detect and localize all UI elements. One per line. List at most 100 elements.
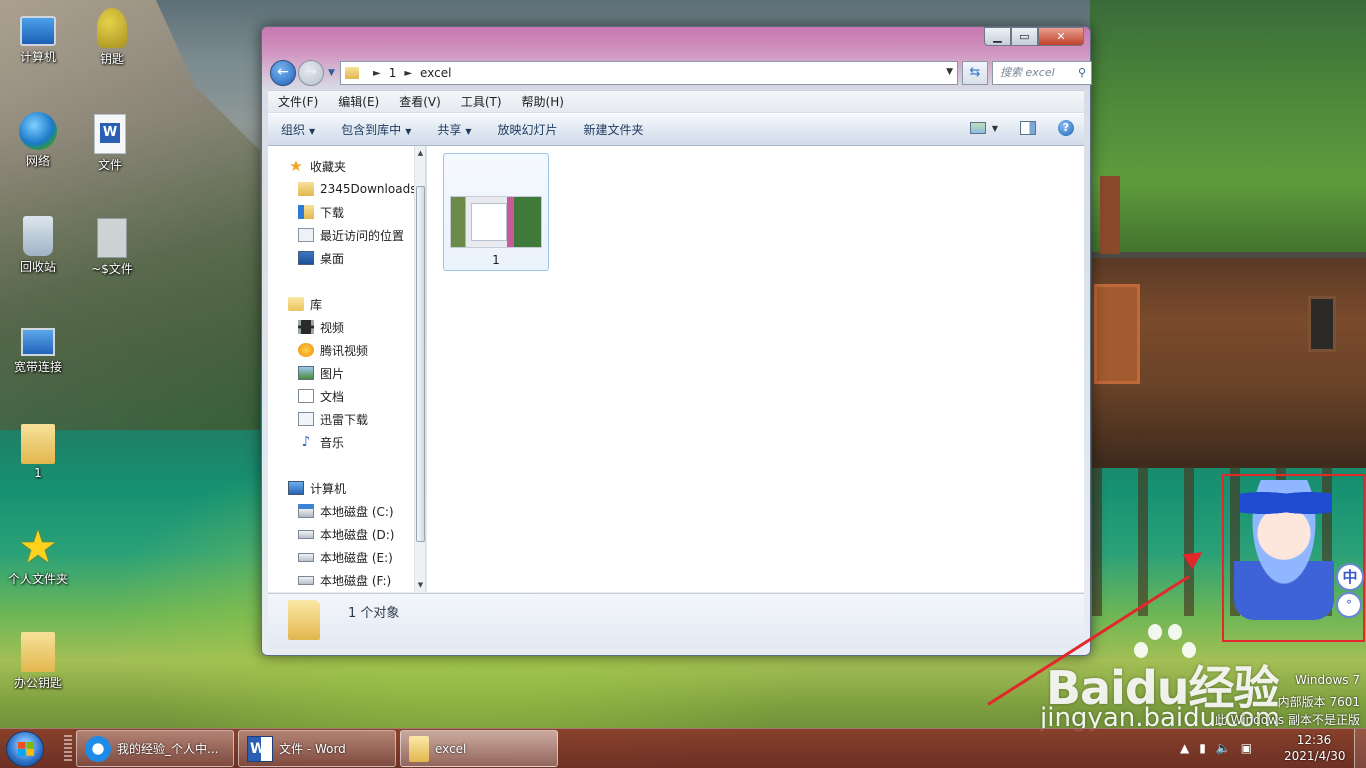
folder-icon <box>21 632 55 672</box>
minimize-button[interactable]: ▁ <box>984 27 1011 46</box>
desktop-icon-recycle-bin[interactable]: 回收站 <box>1 216 75 275</box>
nav-item-downloads[interactable]: 下载 <box>298 201 344 223</box>
recent-pages-dropdown[interactable]: ▼ <box>328 68 335 78</box>
explorer-window: ▁ ▭ ✕ ← → ▼ ► 1 ► excel ▼ ⇆ 搜索 excel ⚲ 文… <box>261 26 1092 656</box>
nav-item-2345downloads[interactable]: 2345Downloads <box>298 178 416 200</box>
maximize-button[interactable]: ▭ <box>1011 27 1038 46</box>
nav-libraries[interactable]: 库 <box>288 293 322 315</box>
show-desktop-button[interactable] <box>1354 729 1366 768</box>
file-list: 1 <box>427 146 1084 592</box>
desktop-icon-folder-1[interactable]: 1 <box>1 424 75 480</box>
nav-item-drive-f[interactable]: 本地磁盘 (F:) <box>298 569 391 591</box>
usb-device-icon[interactable]: ▮ <box>1199 741 1206 755</box>
chevron-right-icon[interactable]: ► <box>404 68 412 79</box>
taskbar-button-browser[interactable]: 我的经验_个人中... <box>76 730 234 767</box>
address-bar[interactable]: ► 1 ► excel ▼ <box>340 61 958 85</box>
music-icon: ♪ <box>301 434 311 450</box>
taskbar-button-explorer[interactable]: excel <box>400 730 558 767</box>
volume-icon[interactable]: 🔈 <box>1216 741 1231 755</box>
close-button[interactable]: ✕ <box>1038 27 1084 46</box>
chevron-down-icon: ▼ <box>405 127 412 136</box>
desktop-icon-office-key[interactable]: 办公钥匙 <box>1 632 75 691</box>
forward-button[interactable]: → <box>298 60 324 86</box>
menu-tools[interactable]: 工具(T) <box>451 93 512 110</box>
desktop-icon-broadband[interactable]: 宽带连接 <box>1 320 75 375</box>
slideshow-label: 放映幻灯片 <box>497 123 558 137</box>
refresh-button[interactable]: ⇆ <box>962 61 988 85</box>
drive-icon <box>298 552 314 562</box>
desktop-icon-network[interactable]: 网络 <box>1 112 75 169</box>
search-input[interactable]: 搜索 excel ⚲ <box>992 61 1092 85</box>
ime-settings-icon[interactable]: ° <box>1336 592 1362 618</box>
nav-label: 2345Downloads <box>320 182 417 196</box>
nav-item-desktop[interactable]: 桌面 <box>298 247 344 269</box>
desktop-icon-personal-folder[interactable]: ★ 个人文件夹 <box>1 526 75 587</box>
taskbar: 我的经验_个人中... W 文件 - Word excel ▲ ▮ 🔈 ▣ 12… <box>0 728 1366 768</box>
nav-favorites[interactable]: ★ 收藏夹 <box>288 155 346 177</box>
slideshow-button[interactable]: 放映幻灯片 <box>485 121 571 138</box>
menu-file[interactable]: 文件(F) <box>268 93 328 110</box>
breadcrumb-excel[interactable]: excel <box>420 66 451 80</box>
menu-edit[interactable]: 编辑(E) <box>328 93 389 110</box>
breadcrumb-1[interactable]: 1 <box>389 66 397 80</box>
nav-item-drive-d[interactable]: 本地磁盘 (D:) <box>298 523 394 545</box>
nav-item-drive-c[interactable]: 本地磁盘 (C:) <box>298 500 394 522</box>
scroll-up-icon[interactable]: ▲ <box>415 146 425 160</box>
organize-button[interactable]: 组织 ▼ <box>268 121 328 138</box>
nav-label: 音乐 <box>320 435 345 450</box>
chevron-down-icon: ▼ <box>465 127 472 136</box>
folder-icon <box>21 424 55 464</box>
desktop-icon-temp-file[interactable]: ~$文件 <box>75 218 149 277</box>
nav-item-tencent-video[interactable]: 腾讯视频 <box>298 339 368 361</box>
scroll-down-icon[interactable]: ▼ <box>415 578 425 592</box>
nav-label: 本地磁盘 (F:) <box>320 573 392 588</box>
desktop-icon-computer[interactable]: 计算机 <box>1 10 75 65</box>
nav-label: 最近访问的位置 <box>320 228 405 243</box>
nav-item-drive-e[interactable]: 本地磁盘 (E:) <box>298 546 393 568</box>
image-thumbnail <box>450 196 542 248</box>
nav-item-recent-places[interactable]: 最近访问的位置 <box>298 224 404 246</box>
show-hidden-icons-icon[interactable]: ▲ <box>1180 741 1189 755</box>
share-button[interactable]: 共享 ▼ <box>424 121 484 138</box>
network-status-icon[interactable]: ▣ <box>1241 741 1252 755</box>
ime-mode-button[interactable]: 中 <box>1336 563 1364 591</box>
desktop-icon-word-file[interactable]: W 文件 <box>73 114 147 173</box>
address-dropdown-icon[interactable]: ▼ <box>946 67 953 77</box>
desktop-icon-label: 文件 <box>97 158 122 172</box>
include-in-library-button[interactable]: 包含到库中 ▼ <box>328 121 424 138</box>
clock-date: 2021/4/30 <box>1284 749 1346 763</box>
scroll-thumb[interactable] <box>416 186 425 542</box>
nav-label: 迅雷下载 <box>320 412 369 427</box>
nav-item-music[interactable]: ♪ 音乐 <box>298 431 344 453</box>
chevron-right-icon[interactable]: ► <box>373 68 381 79</box>
taskbar-button-label: 我的经验_个人中... <box>117 742 219 756</box>
start-button[interactable] <box>6 731 44 767</box>
new-folder-button[interactable]: 新建文件夹 <box>571 121 657 138</box>
recent-places-icon <box>298 228 314 242</box>
nav-item-documents[interactable]: 文档 <box>298 385 344 407</box>
nav-item-xunlei-downloads[interactable]: 迅雷下载 <box>298 408 368 430</box>
desktop-icon-key[interactable]: 钥匙 <box>75 8 149 67</box>
nav-computer[interactable]: 计算机 <box>288 477 346 499</box>
file-name: 1 <box>492 253 500 267</box>
nav-scrollbar[interactable]: ▲ ▼ <box>414 146 425 592</box>
window-caption-buttons: ▁ ▭ ✕ <box>984 27 1084 46</box>
menu-help[interactable]: 帮助(H) <box>512 93 574 110</box>
taskbar-button-word[interactable]: W 文件 - Word <box>238 730 396 767</box>
view-options-dropdown-icon[interactable]: ▼ <box>992 124 998 133</box>
desktop-icon-label: 计算机 <box>19 50 56 64</box>
back-button[interactable]: ← <box>270 60 296 86</box>
clock[interactable]: 12:36 2021/4/30 <box>1284 732 1346 764</box>
taskbar-grip[interactable] <box>64 735 72 763</box>
change-view-icon[interactable] <box>969 122 986 134</box>
xunlei-downloads-icon <box>298 412 314 426</box>
search-icon[interactable]: ⚲ <box>1078 62 1086 84</box>
edition-line-3: 此 Windows 副本不是正版 <box>1214 713 1360 727</box>
help-icon[interactable]: ? <box>1058 120 1074 136</box>
desktop-icon-label: 钥匙 <box>99 52 124 66</box>
nav-item-pictures[interactable]: 图片 <box>298 362 344 384</box>
file-item[interactable]: 1 <box>443 153 549 271</box>
preview-pane-icon[interactable] <box>1020 121 1036 135</box>
nav-item-videos[interactable]: 视频 <box>298 316 344 338</box>
menu-view[interactable]: 查看(V) <box>389 93 451 110</box>
